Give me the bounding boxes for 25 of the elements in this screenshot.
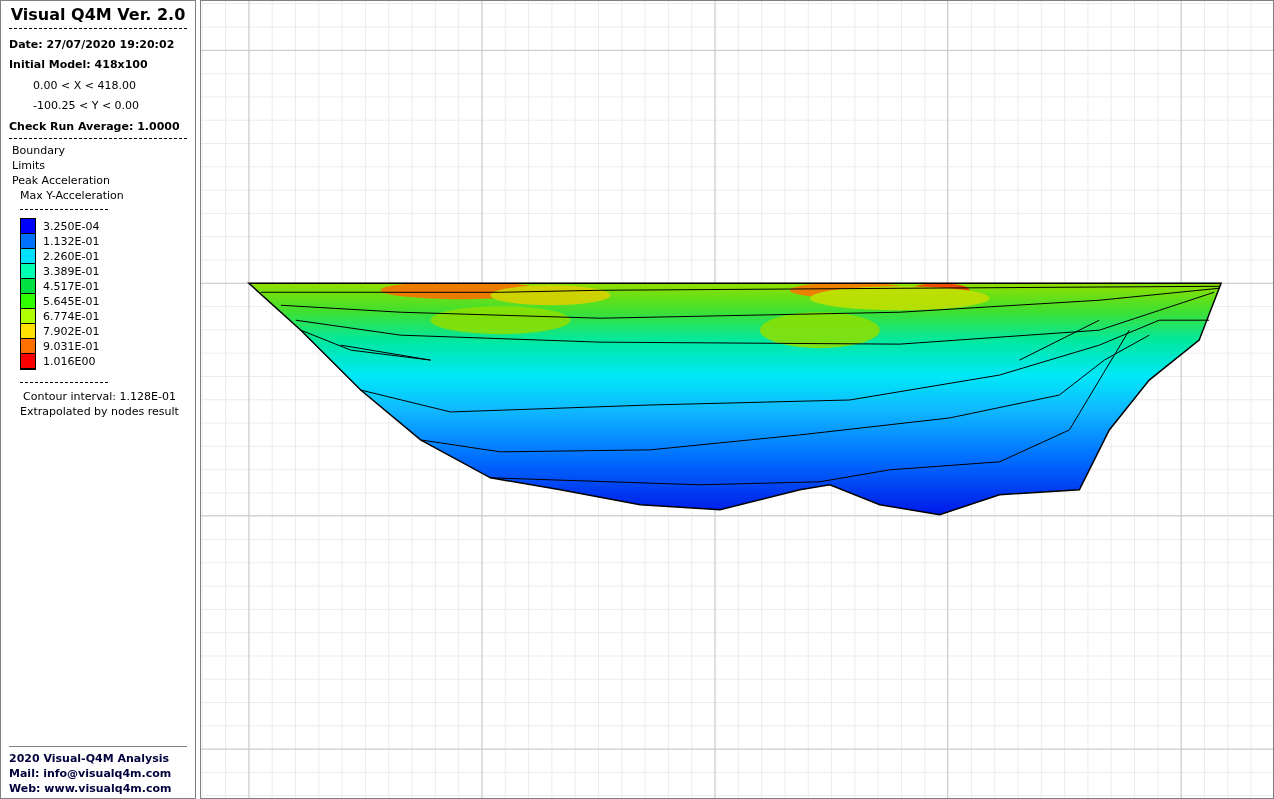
app-title: Visual Q4M Ver. 2.0 <box>9 5 187 25</box>
legend-label: 1.016E00 <box>43 354 96 369</box>
legend-label: 3.250E-04 <box>43 219 100 234</box>
legend-label: 3.389E-01 <box>43 264 100 279</box>
legend-label: 2.260E-01 <box>43 249 100 264</box>
legend-label: 5.645E-01 <box>43 294 100 309</box>
result-label: Max Y-Acceleration <box>19 188 125 203</box>
model-label: Initial Model: 418x100 <box>9 57 149 73</box>
footer-line: Mail: info@visualq4m.com <box>9 766 173 781</box>
layer-label: Peak Acceleration <box>11 173 111 188</box>
x-range-label: 0.00 < X < 418.00 <box>32 78 137 94</box>
footer-line: 2020 Visual-Q4M Analysis <box>9 751 171 766</box>
legend-label: 4.517E-01 <box>43 279 100 294</box>
legend-label: 6.774E-01 <box>43 309 100 324</box>
check-run-label: Check Run Average: 1.0000 <box>9 119 181 135</box>
legend-label: 9.031E-01 <box>43 339 100 354</box>
layer-label: Limits <box>11 158 46 173</box>
extrapolation-note: Extrapolated by nodes result <box>19 404 180 419</box>
contour-interval-label: Contour interval: 1.128E-01 <box>22 389 177 404</box>
layer-label: Boundary <box>11 143 66 158</box>
y-range-label: -100.25 < Y < 0.00 <box>32 98 141 114</box>
footer-line: Web: www.visualq4m.com <box>9 781 173 796</box>
date-label: Date: 27/07/2020 19:20:02 <box>9 37 176 53</box>
legend-label: 7.902E-01 <box>43 324 100 339</box>
legend-label: 1.132E-01 <box>43 234 100 249</box>
